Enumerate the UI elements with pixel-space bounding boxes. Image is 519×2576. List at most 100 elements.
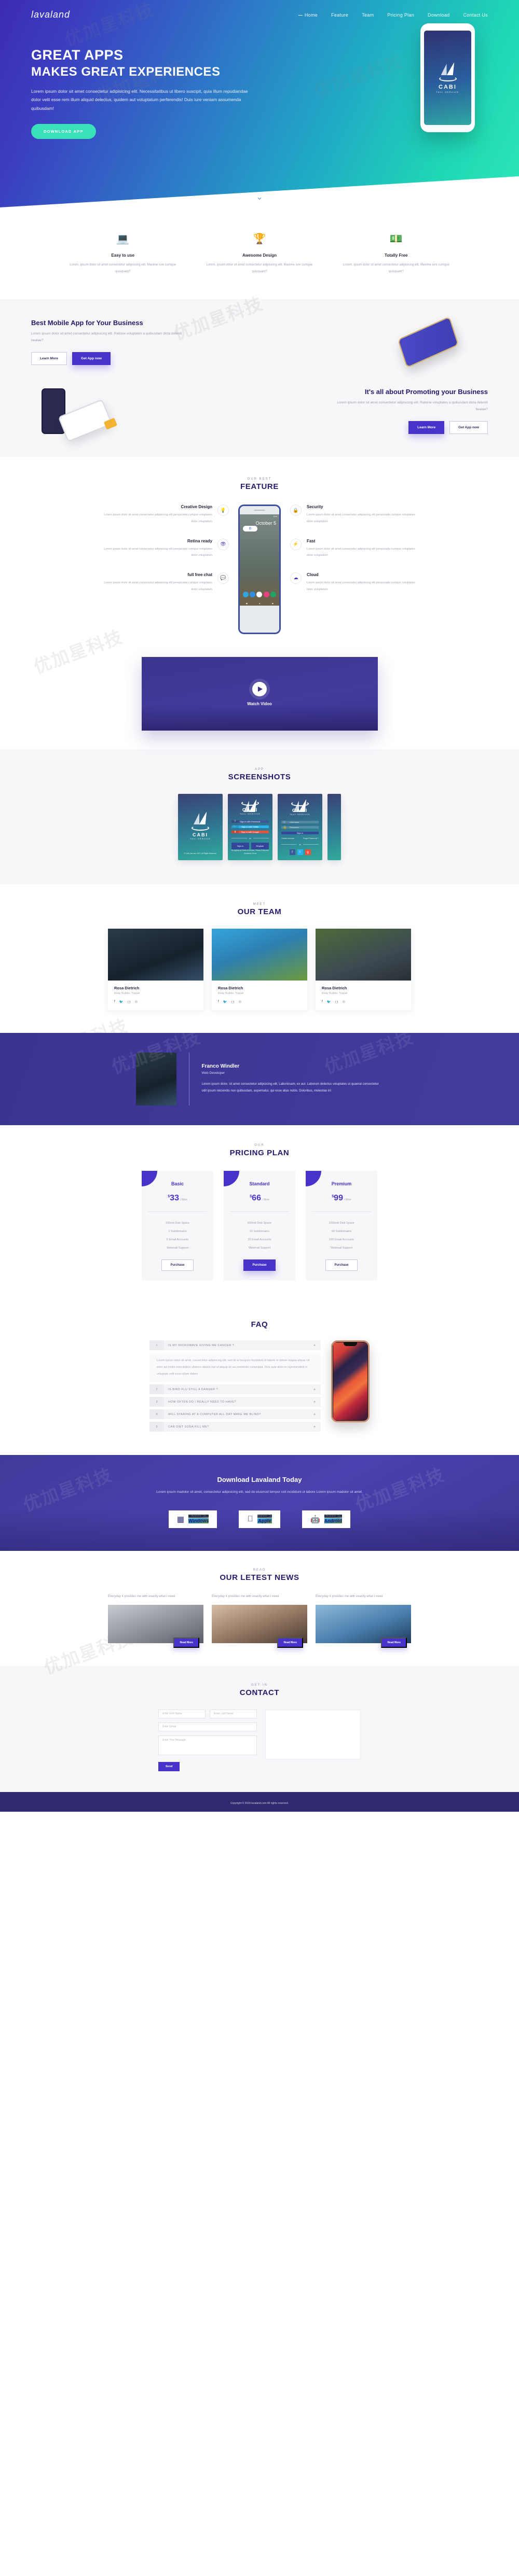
- google-plus-icon[interactable]: g: [305, 849, 311, 856]
- twitter-icon[interactable]: 🐦: [327, 1000, 331, 1004]
- signin-facebook-label: Sign in with Facebook: [240, 820, 261, 823]
- download-button-windows[interactable]: ▦ Available On Windows: [168, 1510, 217, 1528]
- nav-link-download[interactable]: Download: [428, 12, 449, 18]
- money-icon: 💵: [389, 233, 403, 245]
- chevron-down-icon[interactable]: ⌄: [256, 192, 263, 202]
- download-button-android[interactable]: 🤖 Available On Android: [302, 1510, 351, 1528]
- signin-twitter-button[interactable]: 🐦 Sign in with Twitter: [231, 825, 269, 828]
- slide3-sub: TAXI SERVICE: [290, 814, 310, 816]
- read-more-button[interactable]: Read More: [173, 1637, 199, 1648]
- promo1-learn-more-button[interactable]: Learn More: [31, 352, 67, 366]
- dribbble-icon[interactable]: ☉: [238, 1000, 241, 1004]
- facebook-icon[interactable]: f: [322, 1000, 323, 1004]
- twitter-icon[interactable]: 🐦: [223, 1000, 227, 1004]
- instagram-icon[interactable]: ◻: [128, 1000, 130, 1004]
- plan-feature: 500mb Disk Space: [247, 1222, 272, 1225]
- plan-currency: $: [168, 1195, 170, 1199]
- purchase-button-standard[interactable]: Purchase: [243, 1259, 276, 1271]
- highlight-card-awesome-design: 🏆 Awesome Design Lorem, ipsum dolor sit …: [199, 232, 320, 275]
- read-more-button[interactable]: Read More: [381, 1637, 407, 1648]
- promo1-get-app-button[interactable]: Get App now: [72, 352, 111, 366]
- forgot-password-link[interactable]: Forgot Password ?: [303, 837, 319, 839]
- faq-item-5[interactable]: 5 CAN DIET SODA KILL ME? +: [149, 1422, 321, 1432]
- footer: Copyright © 2018 lavaland.com All rights…: [0, 1791, 519, 1812]
- facebook-icon[interactable]: f: [114, 1000, 115, 1004]
- site-logo[interactable]: lavaland: [31, 9, 70, 20]
- messages-icon: [250, 592, 256, 598]
- feature-item-text: Lorem ipsum dolor sit amet consectetur a…: [104, 513, 212, 524]
- contact-map[interactable]: [265, 1709, 361, 1759]
- plus-icon[interactable]: +: [308, 1399, 321, 1404]
- message-textarea[interactable]: Enter Your Message: [158, 1735, 257, 1755]
- plus-icon[interactable]: +: [308, 1412, 321, 1417]
- plan-feature: Webmail Support: [248, 1247, 271, 1250]
- feature-item-title: Fast: [307, 538, 316, 543]
- nav-link-contact-us[interactable]: Contact Us: [463, 12, 488, 18]
- nav-link-team[interactable]: Team: [362, 12, 374, 18]
- purchase-button-premium[interactable]: Purchase: [325, 1259, 358, 1271]
- team-member-name: Rosa Dietrich: [218, 986, 243, 991]
- contact-title: CONTACT: [239, 1688, 280, 1697]
- team-member-role: Body Builder Trainer: [322, 992, 348, 996]
- signin-google-button[interactable]: g Sign in with Google: [231, 830, 269, 833]
- promo2-get-app-button[interactable]: Get App now: [449, 421, 488, 435]
- plus-icon[interactable]: +: [308, 1343, 321, 1348]
- screenshot-slide-2[interactable]: CABI TAXI SERVICE f Sign in with Faceboo…: [228, 794, 272, 861]
- watch-video-label: Watch Video: [247, 701, 272, 706]
- dribbble-icon[interactable]: ☉: [342, 1000, 345, 1004]
- screenshot-slide-1[interactable]: CABI TAXI SERVICE © Cabi_taxi.com 2017 |…: [178, 794, 223, 861]
- slide3-signin-label: Sign in: [296, 832, 304, 835]
- screenshot-slide-3[interactable]: CABI TAXI SERVICE ☉ Username 🔒 Password …: [278, 794, 322, 861]
- news-excerpt: Everyday it provides me with exactly wha…: [108, 1594, 175, 1598]
- twitter-icon[interactable]: t: [297, 849, 303, 856]
- screenshot-slide-4-partial[interactable]: [327, 794, 341, 861]
- send-button[interactable]: Send: [158, 1761, 180, 1771]
- faq-item-1[interactable]: 1 IS MY MICROWAVE GIVING ME CANCER ? +: [149, 1340, 321, 1351]
- video-banner[interactable]: Watch Video: [141, 657, 378, 731]
- faq-item-2[interactable]: 2 IS BIRD FLU STILL A DANGER ? +: [149, 1384, 321, 1395]
- feature-column-left: Creative Design Lorem ipsum dolor sit am…: [98, 505, 229, 634]
- slide3-signin-button[interactable]: Sign in: [281, 832, 319, 835]
- faq-item-3[interactable]: 3 HOW OFTEN DO I REALLY NEED TO HAVE? +: [149, 1397, 321, 1407]
- slide2-signin-button[interactable]: Sign in: [231, 842, 249, 849]
- slide2-register-button[interactable]: Register: [251, 842, 269, 849]
- first-name-input[interactable]: Enter First Name: [158, 1709, 206, 1718]
- slide1-sub: TAXI SERVICE: [190, 837, 211, 840]
- signin-facebook-button[interactable]: f Sign in with Facebook: [231, 820, 269, 823]
- faq-question: WILL STARING AT A COMPUTER ALL DAY MAKE …: [168, 1412, 261, 1416]
- download-small-label: Available On: [257, 1515, 272, 1518]
- password-field[interactable]: 🔒 Password: [281, 826, 319, 829]
- lightbulb-icon: 💡: [217, 505, 229, 516]
- promo2-learn-more-button[interactable]: Learn More: [408, 421, 445, 435]
- last-name-input[interactable]: Enter Last Name: [210, 1709, 257, 1718]
- play-icon[interactable]: [252, 681, 267, 696]
- plus-icon[interactable]: +: [308, 1387, 321, 1392]
- google-plus-icon: g: [231, 830, 239, 833]
- twitter-icon[interactable]: 🐦: [119, 1000, 124, 1004]
- email-input[interactable]: Enter Email: [158, 1722, 257, 1731]
- faq-title: FAQ: [251, 1320, 268, 1329]
- plan-period: / Mon: [344, 1198, 351, 1202]
- username-field[interactable]: ☉ Username: [281, 821, 319, 824]
- team-member-photo: [108, 929, 203, 981]
- faq-item-4[interactable]: 4 WILL STARING AT A COMPUTER ALL DAY MAK…: [149, 1409, 321, 1420]
- download-button-apple[interactable]:  Available On Apple: [239, 1510, 280, 1528]
- nav-link-feature[interactable]: Feature: [331, 12, 348, 18]
- instagram-icon[interactable]: ◻: [231, 1000, 234, 1004]
- nav-link-home[interactable]: Home: [298, 12, 318, 18]
- nav-link-pricing-plan[interactable]: Pricing Plan: [387, 12, 414, 18]
- news-section: READ OUR LETEST NEWS Everyday it provide…: [0, 1550, 519, 1666]
- create-account-link[interactable]: Create Account: [281, 837, 294, 839]
- download-app-button[interactable]: DOWNLOAD APP: [31, 123, 96, 139]
- cloud-icon: ☁: [290, 572, 302, 584]
- read-more-button[interactable]: Read More: [277, 1637, 303, 1648]
- purchase-button-basic[interactable]: Purchase: [161, 1259, 194, 1271]
- feature-phone-mockup: 12:34 October 5 G ◀ ● ■: [238, 505, 281, 635]
- google-search-icon: G: [243, 526, 257, 532]
- dribbble-icon[interactable]: ☉: [134, 1000, 138, 1004]
- android-icon: 🤖: [307, 1515, 320, 1524]
- facebook-icon[interactable]: f: [289, 849, 295, 856]
- facebook-icon[interactable]: f: [218, 1000, 219, 1004]
- plus-icon[interactable]: +: [308, 1424, 321, 1429]
- instagram-icon[interactable]: ◻: [335, 1000, 338, 1004]
